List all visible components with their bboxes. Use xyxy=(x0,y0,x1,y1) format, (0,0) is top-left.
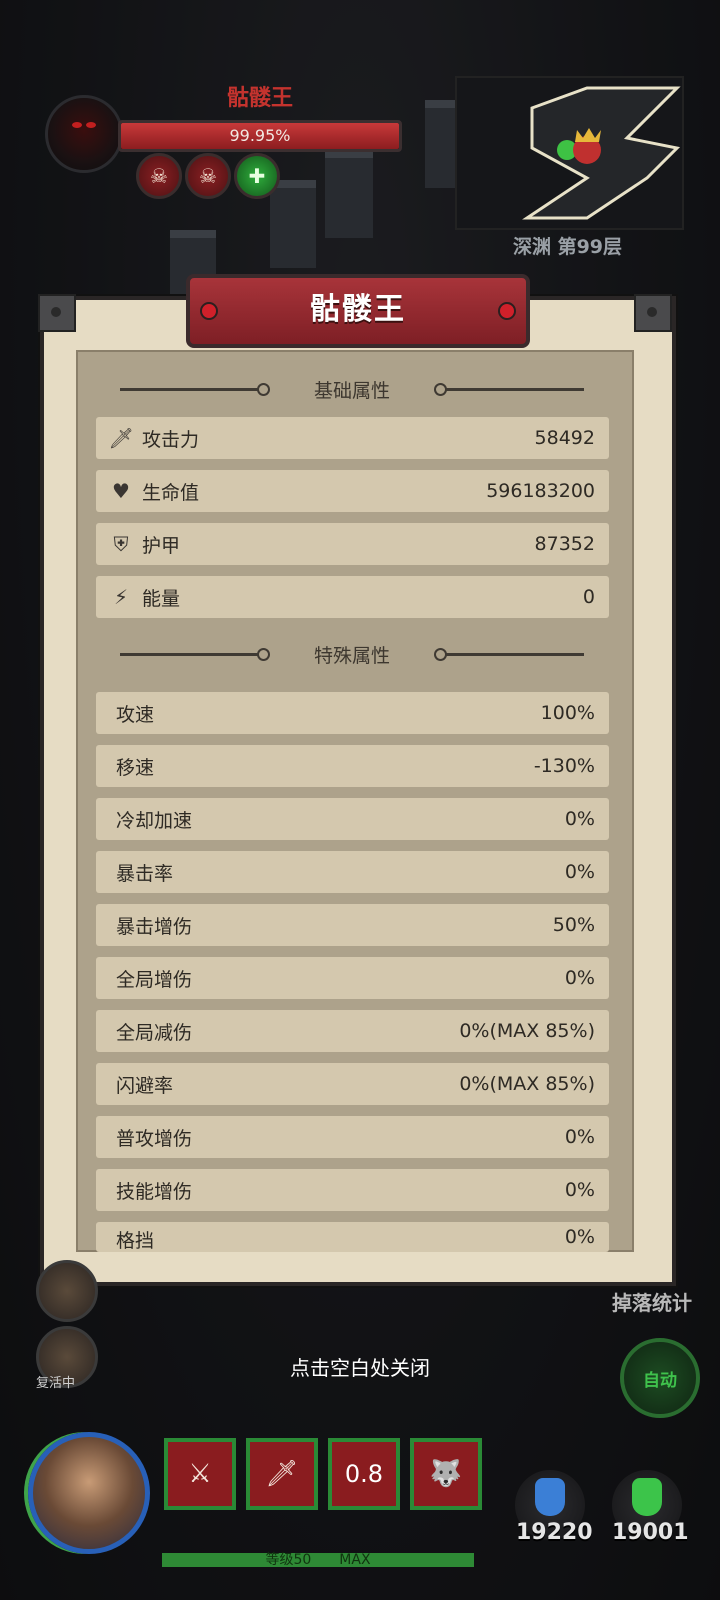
stat-row-attack: 🗡 攻击力 58492 xyxy=(96,417,609,459)
heart-icon: ♥ xyxy=(112,479,130,503)
green-potion-count: 19001 xyxy=(612,1520,689,1545)
minimap-path xyxy=(522,86,681,220)
sword-skill-icon[interactable]: 🗡 xyxy=(246,1438,318,1510)
close-hint[interactable]: 点击空白处关闭 xyxy=(0,1352,720,1381)
stat-row: 冷却加速 0% xyxy=(96,798,609,840)
boss-hp-bar: 99.95% xyxy=(118,120,402,152)
heal-cross-icon[interactable]: ✚ xyxy=(234,153,280,199)
banner-gem-icon xyxy=(200,302,218,320)
panel-title: 骷髅王 xyxy=(310,292,406,327)
panel-title-banner: 骷髅王 xyxy=(186,274,530,348)
boss-portrait[interactable] xyxy=(45,95,123,173)
blue-potion-count: 19220 xyxy=(516,1520,593,1545)
special-stats-header: 特殊属性 xyxy=(96,639,608,669)
shield-icon: ⛨ xyxy=(113,532,129,556)
hero-avatar[interactable] xyxy=(28,1432,150,1554)
stat-row-armor: ⛨ 护甲 87352 xyxy=(96,523,609,565)
floor-location: 深渊 第99层 xyxy=(512,236,623,258)
stat-row: 闪避率 0%(MAX 85%) xyxy=(96,1063,609,1105)
boss-name: 骷髅王 xyxy=(226,86,293,111)
wolf-skill-icon[interactable]: 🐺 xyxy=(410,1438,482,1510)
stat-row-energy: ⚡ 能量 0 xyxy=(96,576,609,618)
stat-row: 全局增伤 0% xyxy=(96,957,609,999)
stat-row: 攻速 100% xyxy=(96,692,609,734)
cooldown-skill-icon[interactable]: 0.8 xyxy=(328,1438,400,1510)
stat-row: 技能增伤 0% xyxy=(96,1169,609,1211)
bee-pet-icon[interactable] xyxy=(36,1260,98,1322)
level-text: 等级50 MAX xyxy=(265,1552,371,1568)
energy-icon: ⚡ xyxy=(113,585,129,609)
panel-corner xyxy=(38,294,76,332)
minimap[interactable] xyxy=(455,76,684,230)
stat-row: 全局减伤 0%(MAX 85%) xyxy=(96,1010,609,1052)
drop-stats-button[interactable]: 掉落统计 xyxy=(612,1287,692,1316)
stat-row-hp: ♥ 生命值 596183200 xyxy=(96,470,609,512)
slash-skill-icon[interactable]: ⚔ xyxy=(164,1438,236,1510)
boss-hp-text: 99.95% xyxy=(229,126,291,145)
banner-gem-icon xyxy=(498,302,516,320)
stat-row: 暴击增伤 50% xyxy=(96,904,609,946)
auto-button[interactable]: 自动 xyxy=(620,1338,700,1418)
sword-icon: 🗡 xyxy=(108,426,134,450)
skull-icon[interactable]: ☠ xyxy=(185,153,231,199)
revive-label: 复活中 xyxy=(36,1376,76,1391)
stat-row: 移速 -130% xyxy=(96,745,609,787)
stat-row: 普攻增伤 0% xyxy=(96,1116,609,1158)
skull-icon[interactable]: ☠ xyxy=(136,153,182,199)
stat-row: 格挡 0% xyxy=(96,1222,609,1252)
panel-corner xyxy=(634,294,672,332)
basic-stats-header: 基础属性 xyxy=(96,374,608,404)
stat-row: 暴击率 0% xyxy=(96,851,609,893)
